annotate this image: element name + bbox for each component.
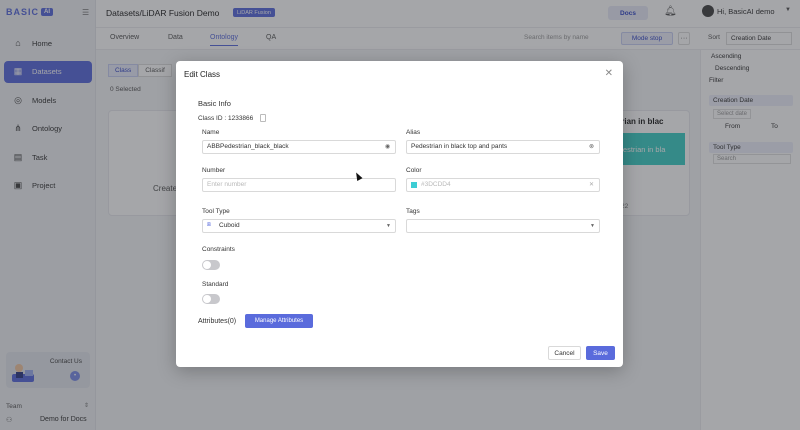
alias-label: Alias — [406, 129, 421, 136]
alias-input[interactable]: Pedestrian in black top and pants — [406, 140, 600, 154]
basic-info-heading: Basic Info — [198, 99, 231, 108]
copy-icon[interactable] — [260, 114, 266, 122]
chevron-down-icon[interactable]: ▼ — [386, 223, 391, 229]
number-input[interactable]: Enter number — [202, 178, 396, 192]
cancel-button[interactable]: Cancel — [548, 346, 581, 360]
cuboid-icon: ⧈ — [207, 222, 211, 228]
constraints-toggle[interactable] — [202, 260, 220, 270]
color-swatch[interactable] — [411, 182, 417, 188]
name-input[interactable]: ABBPedestrian_black_black — [202, 140, 396, 154]
eye-icon[interactable]: ◉ — [385, 143, 390, 150]
modal-title: Edit Class — [184, 70, 221, 79]
manage-attributes-button[interactable]: Manage Attributes — [245, 314, 313, 328]
close-icon[interactable]: ✕ — [605, 68, 613, 79]
tool-type-label: Tool Type — [202, 208, 230, 215]
class-id: Class ID : 1233866 — [198, 115, 254, 122]
tool-type-select[interactable]: Cuboid — [202, 219, 396, 233]
clear-icon[interactable]: ⊗ — [589, 143, 594, 150]
standard-label: Standard — [202, 281, 229, 288]
standard-toggle[interactable] — [202, 294, 220, 304]
save-button[interactable]: Save — [586, 346, 615, 360]
constraints-label: Constraints — [202, 246, 235, 253]
color-label: Color — [406, 167, 422, 174]
number-label: Number — [202, 167, 226, 174]
clear-icon[interactable]: ✕ — [589, 181, 594, 188]
chevron-down-icon[interactable]: ▼ — [590, 223, 595, 229]
color-input[interactable]: #3DCDD4 — [406, 178, 600, 192]
edit-class-modal: Edit Class ✕ Basic Info Class ID : 12338… — [176, 61, 623, 367]
attributes-label: Attributes(0) — [198, 318, 237, 325]
name-label: Name — [202, 129, 220, 136]
tags-label: Tags — [406, 208, 420, 215]
tags-select[interactable] — [406, 219, 600, 233]
